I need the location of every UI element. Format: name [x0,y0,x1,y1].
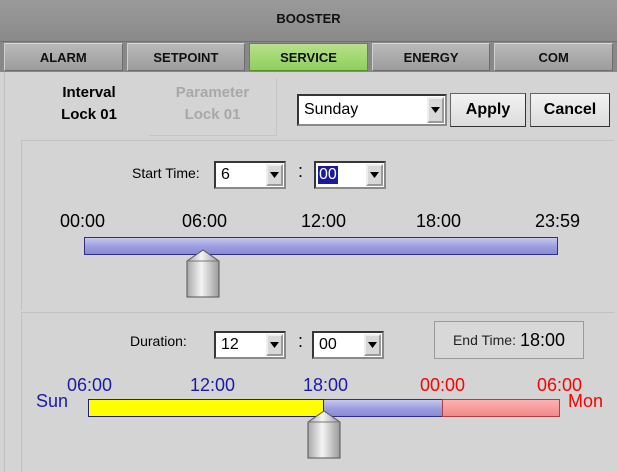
apply-button-label: Apply [465,101,511,118]
start-time-section: Start Time: 6 : 00 00:00 06:00 12:00 18:… [21,140,614,310]
subtab-parameter-line1: Parameter [175,84,250,101]
duration-section: Duration: 12 : 00 End Time: 18:00 06:00 … [21,312,614,472]
week-tick-label: 18:00 [303,375,349,395]
start-hour-select[interactable]: 6 [214,161,286,189]
tab-energy[interactable]: ENERGY [371,43,491,71]
apply-button[interactable]: Apply [450,93,526,127]
start-day-label: Sun [36,391,69,411]
interval-segment [88,399,324,417]
end-time-label: End Time: [452,332,516,348]
subtab-interval-line1: Interval [62,84,116,101]
day-tick-label: 12:00 [301,211,347,231]
app-title-bar: BOOSTER [0,0,617,42]
day-select-value: Sunday [304,101,359,118]
start-time-slider-handle[interactable] [184,247,222,300]
chevron-down-icon[interactable] [364,334,381,356]
chevron-down-icon[interactable] [427,97,444,123]
tab-setpoint[interactable]: SETPOINT [126,43,246,71]
start-minute-select[interactable]: 00 [314,161,386,189]
end-time-slider-handle[interactable] [305,408,343,461]
tab-energy-label: ENERGY [403,49,459,65]
subtab-parameter-lock[interactable]: Parameter Lock 01 [149,78,277,136]
tab-service-label: SERVICE [280,49,337,65]
tab-com[interactable]: COM [494,43,613,71]
day-tick-label: 06:00 [182,211,228,231]
duration-hours-select[interactable]: 12 [214,331,286,359]
tab-setpoint-label: SETPOINT [153,49,219,65]
week-tick-label: 00:00 [420,375,466,395]
day-tick-label: 18:00 [416,211,462,231]
duration-minutes-select[interactable]: 00 [312,331,384,359]
duration-hours-value: 12 [221,336,239,353]
tab-alarm[interactable]: ALARM [4,43,123,71]
subtab-interval-lock[interactable]: Interval Lock 01 [25,78,153,136]
chevron-down-icon[interactable] [266,164,283,186]
duration-minutes-value: 00 [319,336,337,353]
day-tick-label: 00:00 [60,211,106,231]
next-day-segment [442,399,560,417]
end-time-display: End Time: 18:00 [434,321,584,359]
tab-service[interactable]: SERVICE [249,43,368,71]
week-tick-label: 06:00 [67,375,113,395]
start-time-separator: : [298,161,304,181]
service-panel: Interval Lock 01 Parameter Lock 01 Sunda… [4,72,614,472]
duration-label: Duration: [130,333,187,349]
day-select[interactable]: Sunday [297,94,447,126]
tab-alarm-label: ALARM [39,49,87,65]
tab-com-label: COM [538,49,569,65]
start-hour-value: 6 [221,166,230,183]
duration-separator: : [298,331,304,351]
end-day-label: Mon [568,391,604,411]
cancel-button[interactable]: Cancel [530,93,610,127]
end-time-value: 18:00 [519,329,566,350]
subtab-interval-line2: Lock 01 [61,106,117,123]
subtab-parameter-line2: Lock 01 [184,106,241,123]
chevron-down-icon[interactable] [366,164,383,186]
day-timeline-bar [84,237,558,255]
main-nav: ALARM SETPOINT SERVICE ENERGY COM [0,42,617,72]
day-tick-label: 23:59 [535,211,581,231]
chevron-down-icon[interactable] [266,334,283,356]
week-tick-label: 12:00 [190,375,236,395]
app-title: BOOSTER [276,11,341,26]
cancel-button-label: Cancel [543,101,597,118]
start-time-label: Start Time: [132,165,200,181]
start-minute-value: 00 [318,166,338,184]
